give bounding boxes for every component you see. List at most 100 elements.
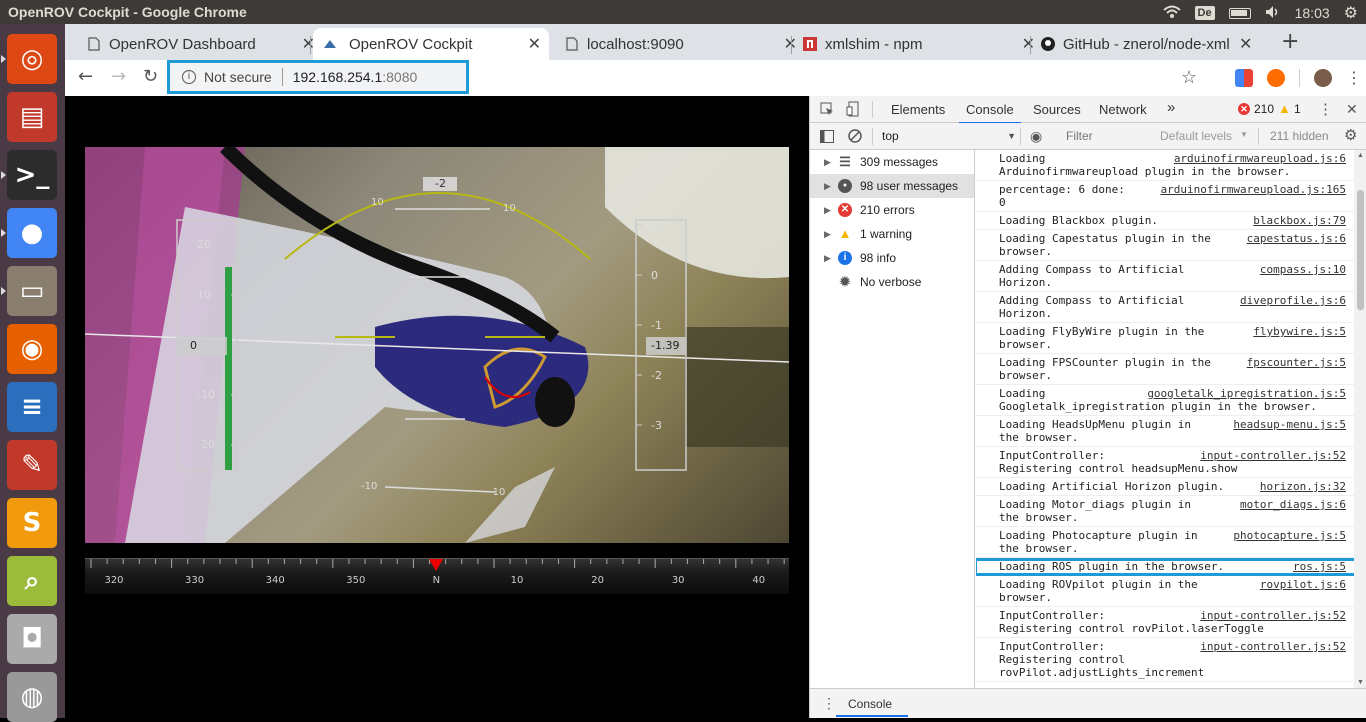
back-button[interactable]: ← <box>78 66 93 87</box>
console-message[interactable]: flybywire.js:5 Loading FlyByWire plugin i… <box>976 323 1354 354</box>
eye-icon[interactable]: ◉ <box>1030 128 1042 145</box>
forward-button[interactable]: → <box>111 66 126 87</box>
tab-xmlshim-npm[interactable]: xmlshim - npm ✕ <box>803 28 1035 60</box>
console-message[interactable]: rovpilot.js:6 Loading ROVpilot plugin in … <box>976 576 1354 607</box>
close-icon[interactable]: ✕ <box>528 34 541 54</box>
more-tabs-button[interactable]: » <box>1167 99 1175 116</box>
source-link[interactable]: diveprofile.js:6 <box>1240 294 1346 307</box>
info-icon[interactable]: i <box>182 70 196 84</box>
clock[interactable]: 18:03 <box>1295 5 1330 21</box>
console-message[interactable]: input-controller.js:52 InputController: Re… <box>976 447 1354 478</box>
reload-button[interactable]: ↻ <box>143 66 158 87</box>
system-tray[interactable]: De 18:03 ⚙ <box>1162 3 1358 23</box>
writer-icon[interactable]: ≡ <box>7 382 57 432</box>
console-message[interactable]: headsup-menu.js:5 Loading HeadsUpMenu plu… <box>976 416 1354 447</box>
source-link[interactable]: capestatus.js:6 <box>1247 232 1346 245</box>
console-message[interactable]: ros.js:5 Loading ROS plugin in the browse… <box>976 558 1354 576</box>
warning-count[interactable]: 1 <box>1294 102 1301 116</box>
tab-localhost[interactable]: localhost:9090 ✕ <box>565 28 797 60</box>
console-message[interactable]: capestatus.js:6 Loading Capestatus plugin… <box>976 230 1354 261</box>
menu-kebab-icon[interactable]: ⋮ <box>1346 68 1362 87</box>
source-link[interactable]: googletalk_ipregistration.js:5 <box>1147 387 1346 400</box>
console-message[interactable]: diveprofile.js:6 Adding Compass to Artifi… <box>976 292 1354 323</box>
console-message[interactable]: input-controller.js:52 InputController: Re… <box>976 607 1354 638</box>
expand-triangle-icon[interactable]: ▶ <box>824 229 836 240</box>
console-filter-verbose[interactable]: ✹ No verbose <box>810 270 974 294</box>
terminal-icon[interactable]: >_ <box>1 150 57 200</box>
console-message[interactable]: input-controller.js:52 InputController: Re… <box>976 638 1354 682</box>
console-filter-user[interactable]: ▶ ● 98 user messages <box>810 174 974 198</box>
scroll-down-icon[interactable]: ▼ <box>1357 679 1364 686</box>
console-filter-warning[interactable]: ▶ ▲ 1 warning <box>810 222 974 246</box>
log-levels-dropdown[interactable]: Default levels <box>1160 129 1232 143</box>
source-link[interactable]: input-controller.js:52 <box>1200 449 1346 462</box>
scrollbar-thumb[interactable] <box>1357 190 1364 310</box>
close-icon[interactable]: ✕ <box>1239 34 1252 53</box>
gear-icon[interactable]: ⚙ <box>1344 3 1358 23</box>
battery-icon[interactable] <box>1228 7 1251 19</box>
wifi-icon[interactable] <box>1162 5 1181 22</box>
source-link[interactable]: ros.js:5 <box>1293 560 1346 573</box>
evince-icon[interactable]: ✎ <box>7 440 57 490</box>
console-message[interactable]: fpscounter.js:5 Loading FPSCounter plugin… <box>976 354 1354 385</box>
source-link[interactable]: horizon.js:32 <box>1260 480 1346 493</box>
source-link[interactable]: flybywire.js:5 <box>1253 325 1346 338</box>
error-icon[interactable]: ✕ <box>1238 103 1250 115</box>
console-message[interactable]: googletalk_ipregistration.js:5 Loading Goo… <box>976 385 1354 416</box>
console-message[interactable]: arduinofirmwareupload.js:6 Loading Arduino… <box>976 150 1354 181</box>
sublime-icon[interactable]: S <box>7 498 57 548</box>
settings-gear-icon[interactable]: ⚙ <box>1344 126 1357 144</box>
close-icon[interactable]: ✕ <box>1346 101 1358 118</box>
workspace-icon[interactable]: ▤ <box>7 92 57 142</box>
fire-extension-icon[interactable] <box>1267 68 1285 87</box>
filter-input[interactable] <box>1060 127 1152 145</box>
keyboard-layout-indicator[interactable]: De <box>1194 6 1215 20</box>
tab-openrov-dashboard[interactable]: OpenROV Dashboard ✕ <box>87 28 315 60</box>
tab-openrov-cockpit[interactable]: OpenROV Cockpit ✕ <box>313 28 549 60</box>
source-link[interactable]: arduinofirmwareupload.js:6 <box>1174 152 1346 165</box>
source-link[interactable]: input-controller.js:52 <box>1200 640 1346 653</box>
clear-console-icon[interactable] <box>848 129 862 143</box>
close-icon[interactable]: ✕ <box>1022 34 1035 54</box>
files-icon[interactable]: ▭ <box>1 266 57 316</box>
console-message[interactable]: blackbox.js:79 Loading Blackbox plugin. <box>976 212 1354 230</box>
devtools-menu-icon[interactable]: ⋮ <box>1318 100 1333 118</box>
tab-github[interactable]: GitHub - znerol/node-xml <box>1041 28 1231 60</box>
device-toggle-icon[interactable] <box>846 101 860 117</box>
source-link[interactable]: arduinofirmwareupload.js:165 <box>1161 183 1346 196</box>
volume-icon[interactable] <box>1265 5 1281 22</box>
source-link[interactable]: compass.js:10 <box>1260 263 1346 276</box>
console-message[interactable]: motor_diags.js:6 Loading Motor_diags plug… <box>976 496 1354 527</box>
console-message[interactable]: photocapture.js:5 Loading Photocapture pl… <box>976 527 1354 558</box>
console-filter-error[interactable]: ▶ ✕ 210 errors <box>810 198 974 222</box>
tab-elements[interactable]: Elements <box>891 102 945 117</box>
scroll-up-icon[interactable]: ▲ <box>1357 152 1364 159</box>
console-filter-list[interactable]: ▶ ☰ 309 messages <box>810 150 974 174</box>
source-link[interactable]: photocapture.js:5 <box>1233 529 1346 542</box>
disk-icon[interactable]: ◍ <box>7 672 57 722</box>
source-link[interactable]: motor_diags.js:6 <box>1240 498 1346 511</box>
warning-icon[interactable]: ▲ <box>1278 101 1291 116</box>
console-scrollbar[interactable]: ▲ ▼ <box>1354 150 1366 688</box>
console-message[interactable]: arduinofirmwareupload.js:165 percentage: … <box>976 181 1354 212</box>
console-message[interactable]: compass.js:10 Adding Compass to Artificia… <box>976 261 1354 292</box>
bookmark-star-icon[interactable]: ☆ <box>1181 67 1197 88</box>
console-filter-info[interactable]: ▶ i 98 info <box>810 246 974 270</box>
expand-triangle-icon[interactable]: ▶ <box>824 253 836 264</box>
drawer-menu-icon[interactable]: ⋮ <box>822 695 836 712</box>
new-tab-button[interactable]: + <box>1281 29 1299 54</box>
inspect-icon[interactable] <box>820 102 834 116</box>
source-link[interactable]: headsup-menu.js:5 <box>1233 418 1346 431</box>
console-message[interactable]: horizon.js:32 Loading Artificial Horizon … <box>976 478 1354 496</box>
expand-triangle-icon[interactable]: ▶ <box>824 181 836 192</box>
tab-console[interactable]: Console <box>959 102 1021 124</box>
tab-sources[interactable]: Sources <box>1033 102 1081 117</box>
extension-icon[interactable] <box>1235 68 1253 87</box>
camera-icon[interactable]: ◘ <box>7 614 57 664</box>
firefox-icon[interactable]: ◉ <box>7 324 57 374</box>
chrome-icon[interactable]: ● <box>1 208 57 258</box>
error-count[interactable]: 210 <box>1254 102 1274 116</box>
address-bar[interactable]: i Not secure 192.168.254.1:8080 <box>167 60 469 94</box>
context-selector[interactable]: top ▼ <box>876 126 1016 146</box>
source-link[interactable]: fpscounter.js:5 <box>1247 356 1346 369</box>
